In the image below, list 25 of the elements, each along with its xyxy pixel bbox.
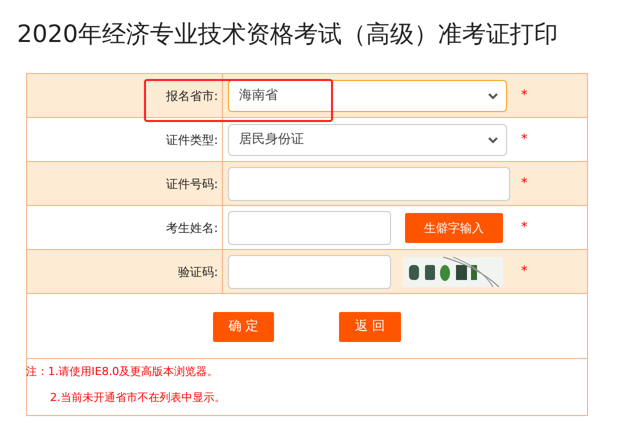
required-mark: * — [521, 133, 528, 147]
note-text: 注：1.请使用IE8.0及更高版本浏览器。 — [26, 365, 218, 379]
confirm-button[interactable]: 确 定 — [213, 312, 274, 342]
note-text: 2.当前未开通省市不在列表中显示。 — [50, 391, 226, 405]
required-mark: * — [521, 221, 528, 235]
required-mark: * — [521, 265, 528, 279]
field-label: 证件号码: — [166, 176, 218, 192]
required-mark: * — [521, 89, 528, 103]
field-label: 考生姓名: — [166, 220, 218, 236]
chevron-down-icon — [488, 136, 498, 144]
back-button[interactable]: 返 回 — [339, 312, 401, 342]
chevron-down-icon — [488, 92, 498, 100]
field-label: 验证码: — [178, 264, 218, 280]
page-title: 2020年经济专业技术资格考试（高级）准考证打印 — [16, 19, 560, 50]
rare-character-button[interactable]: 生僻字输入 — [405, 212, 503, 242]
input-field[interactable] — [228, 210, 391, 244]
select-field[interactable]: 居民身份证 — [228, 124, 507, 156]
captcha-field[interactable] — [228, 254, 391, 288]
required-mark: * — [521, 177, 528, 191]
select-value: 海南省 — [239, 86, 278, 105]
select-value: 居民身份证 — [239, 130, 304, 149]
input-field[interactable] — [228, 166, 510, 200]
select-field[interactable]: 海南省 — [228, 80, 507, 112]
field-label: 证件类型: — [166, 132, 218, 148]
field-label: 报名省市: — [166, 88, 218, 104]
